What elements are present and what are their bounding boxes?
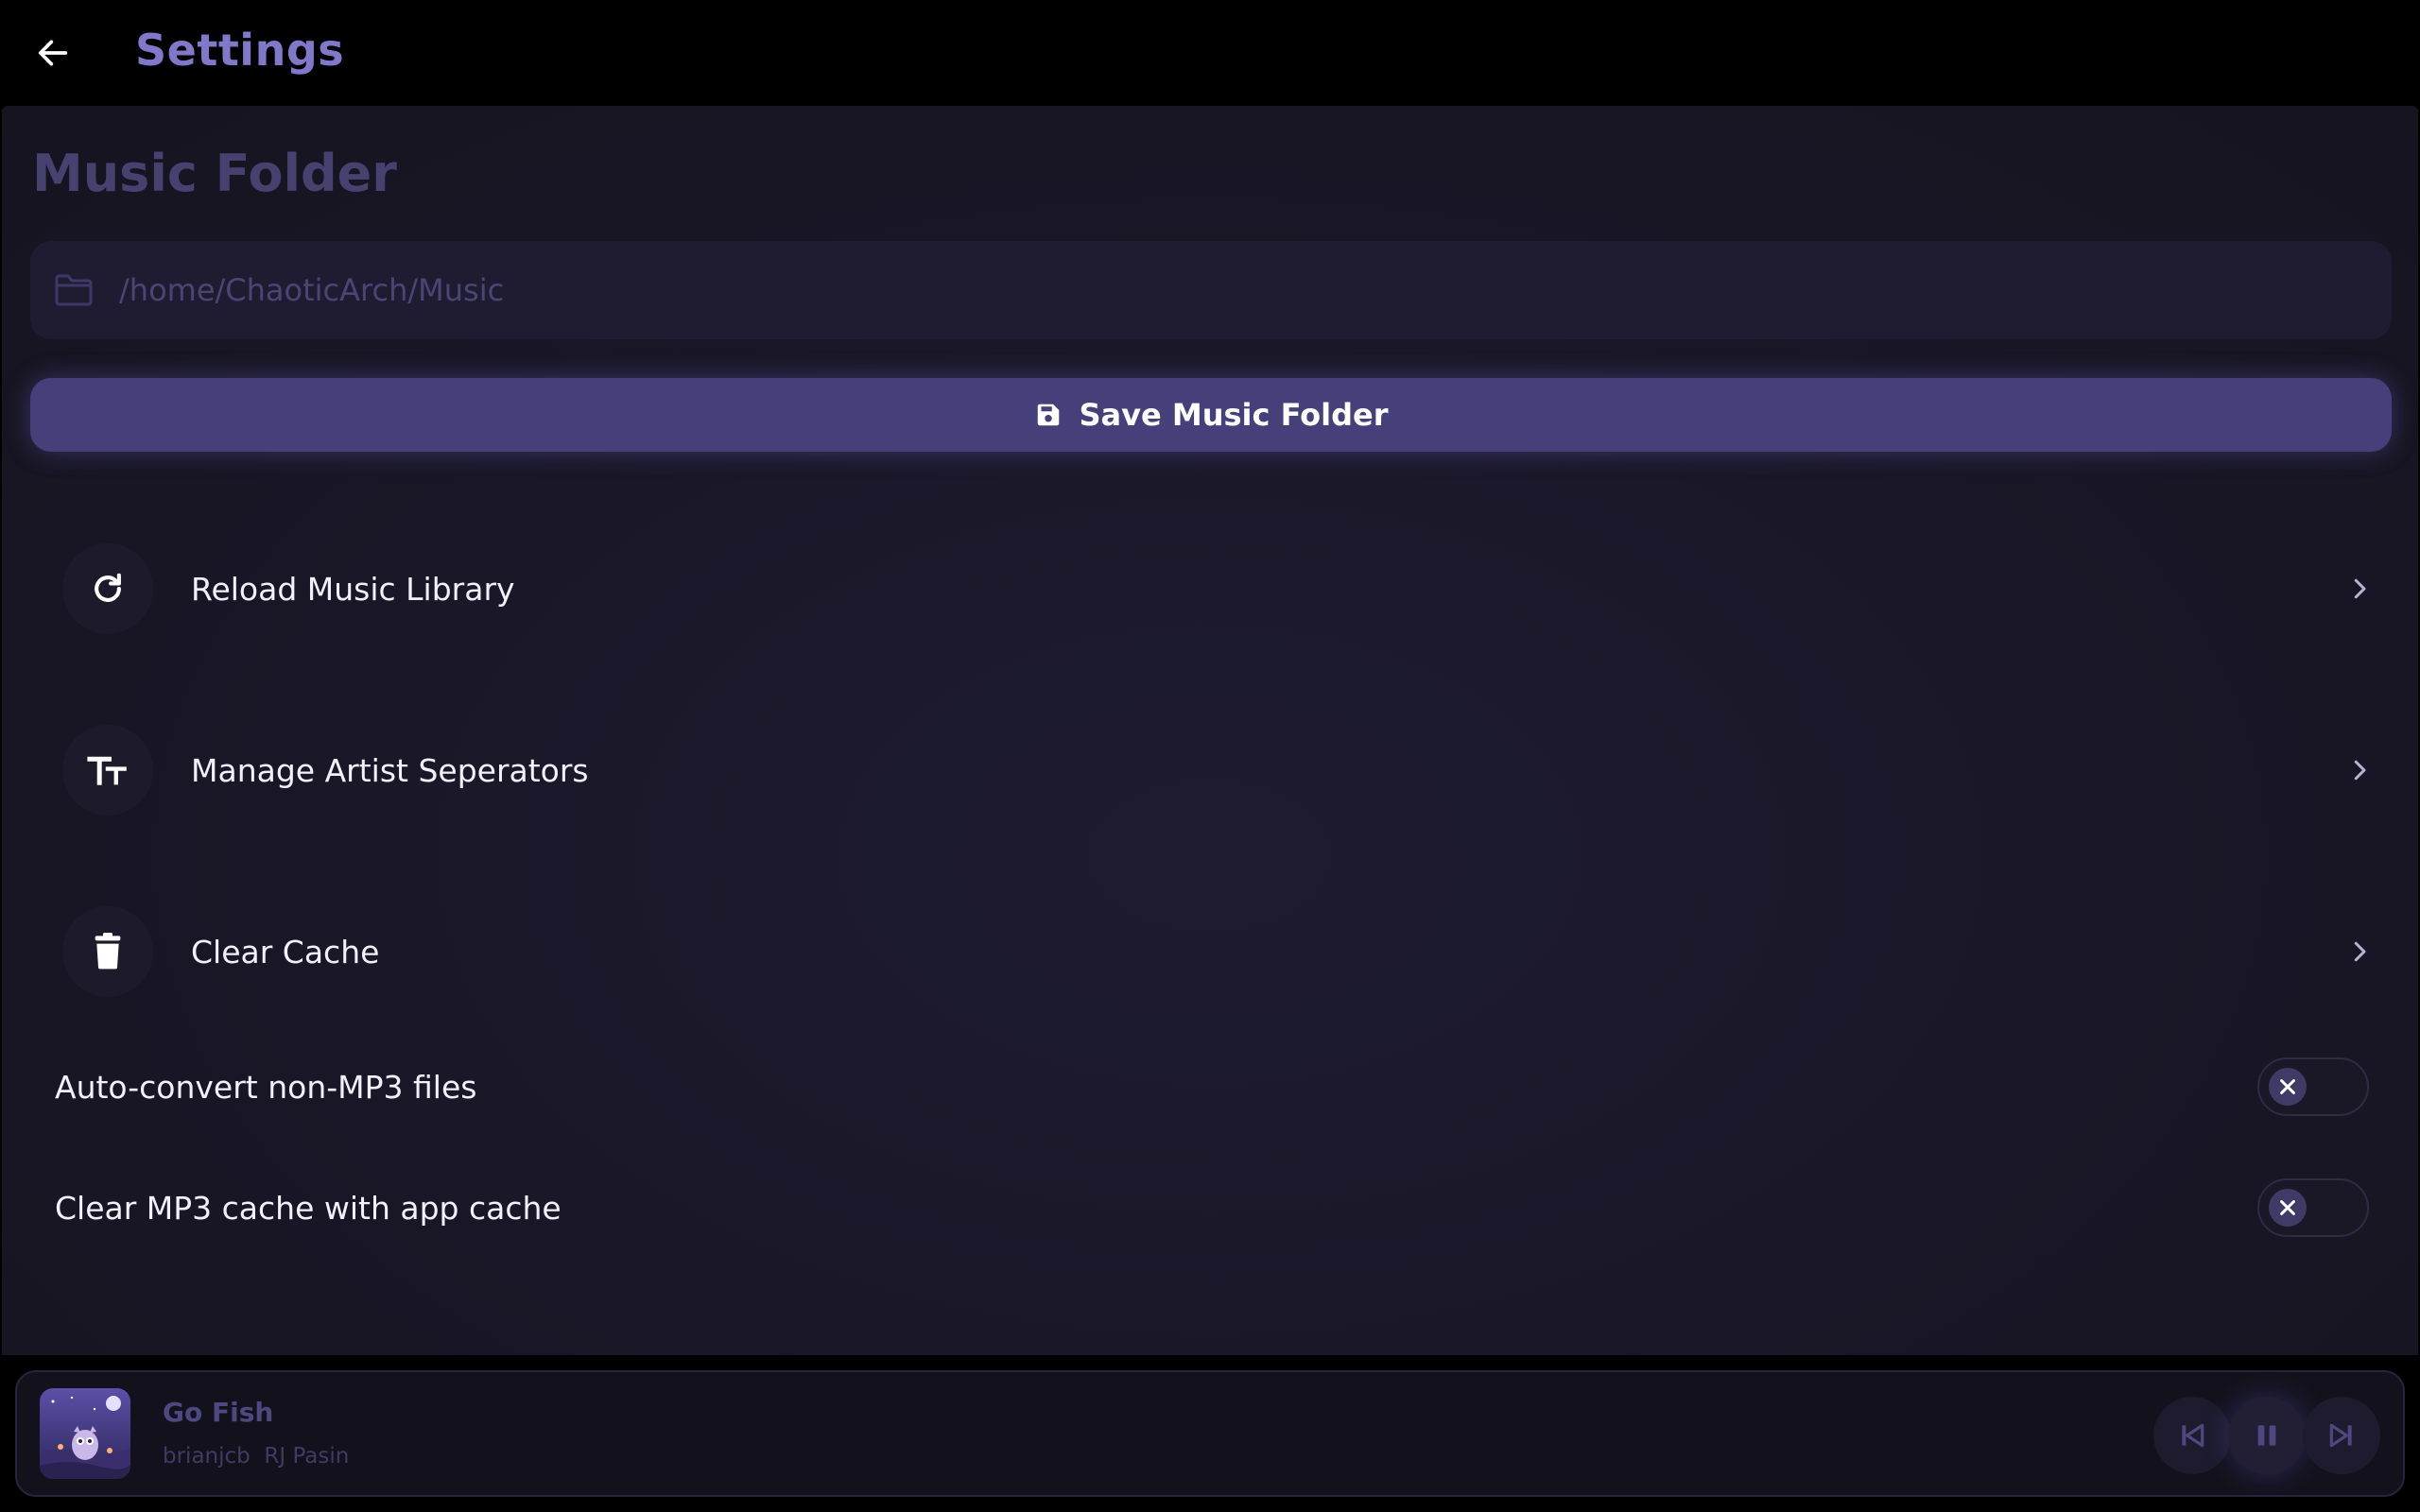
trash-icon (95, 933, 121, 970)
folder-icon (51, 267, 96, 313)
list-item-label: Clear Cache (191, 933, 380, 971)
close-icon (2280, 1200, 2295, 1215)
save-button-label: Save Music Folder (1079, 397, 1389, 433)
chevron-right-icon (2337, 566, 2382, 611)
clear-mp3-cache-toggle-row: Clear MP3 cache with app cache (30, 1165, 2392, 1250)
toggle-label: Auto-convert non-MP3 files (55, 1068, 477, 1106)
auto-convert-toggle-row: Auto-convert non-MP3 files (30, 1044, 2392, 1129)
auto-convert-toggle[interactable] (2257, 1057, 2369, 1116)
page-title: Settings (135, 25, 345, 76)
back-button[interactable] (26, 26, 79, 79)
list-icon-container (62, 725, 153, 816)
list-item-label: Manage Artist Seperators (191, 751, 589, 789)
list-icon-container (62, 906, 153, 997)
chevron-right-icon (2337, 747, 2382, 793)
toggle-knob (2269, 1189, 2307, 1227)
chevron-right-icon (2337, 929, 2382, 974)
toggle-label: Clear MP3 cache with app cache (55, 1189, 562, 1227)
arrow-left-icon (38, 40, 68, 66)
toggle-knob (2269, 1068, 2307, 1106)
previous-button[interactable] (2153, 1397, 2231, 1474)
album-cover[interactable] (40, 1388, 130, 1479)
manage-artist-separators-item[interactable]: Manage Artist Seperators (30, 713, 2392, 827)
song-title: Go Fish (163, 1397, 274, 1428)
music-folder-input[interactable] (119, 241, 2392, 339)
text-size-icon (87, 756, 127, 785)
app-window: Settings Music Folder Save Music Folder (0, 0, 2420, 1512)
list-icon-container (62, 543, 153, 634)
refresh-icon (95, 573, 121, 602)
pause-icon (2257, 1425, 2276, 1446)
skip-previous-icon (2182, 1423, 2204, 1448)
top-bar: Settings (0, 0, 2420, 106)
settings-content: Music Folder Save Music Folder (2, 106, 2418, 1355)
section-title-music-folder: Music Folder (32, 144, 397, 203)
save-music-folder-button[interactable]: Save Music Folder (30, 378, 2392, 452)
mini-player[interactable]: Go Fish brianjcb RJ Pasin (15, 1370, 2405, 1497)
clear-cache-item[interactable]: Clear Cache (30, 895, 2392, 1008)
next-button[interactable] (2303, 1397, 2380, 1474)
music-folder-field[interactable] (30, 241, 2392, 339)
song-artists: brianjcb RJ Pasin (163, 1444, 350, 1469)
close-icon (2280, 1079, 2295, 1094)
save-disk-icon (1037, 404, 1059, 426)
reload-music-library-item[interactable]: Reload Music Library (30, 532, 2392, 645)
pause-button[interactable] (2228, 1397, 2306, 1474)
clear-mp3-cache-toggle[interactable] (2257, 1178, 2369, 1237)
skip-next-icon (2329, 1423, 2352, 1448)
list-item-label: Reload Music Library (191, 570, 515, 608)
